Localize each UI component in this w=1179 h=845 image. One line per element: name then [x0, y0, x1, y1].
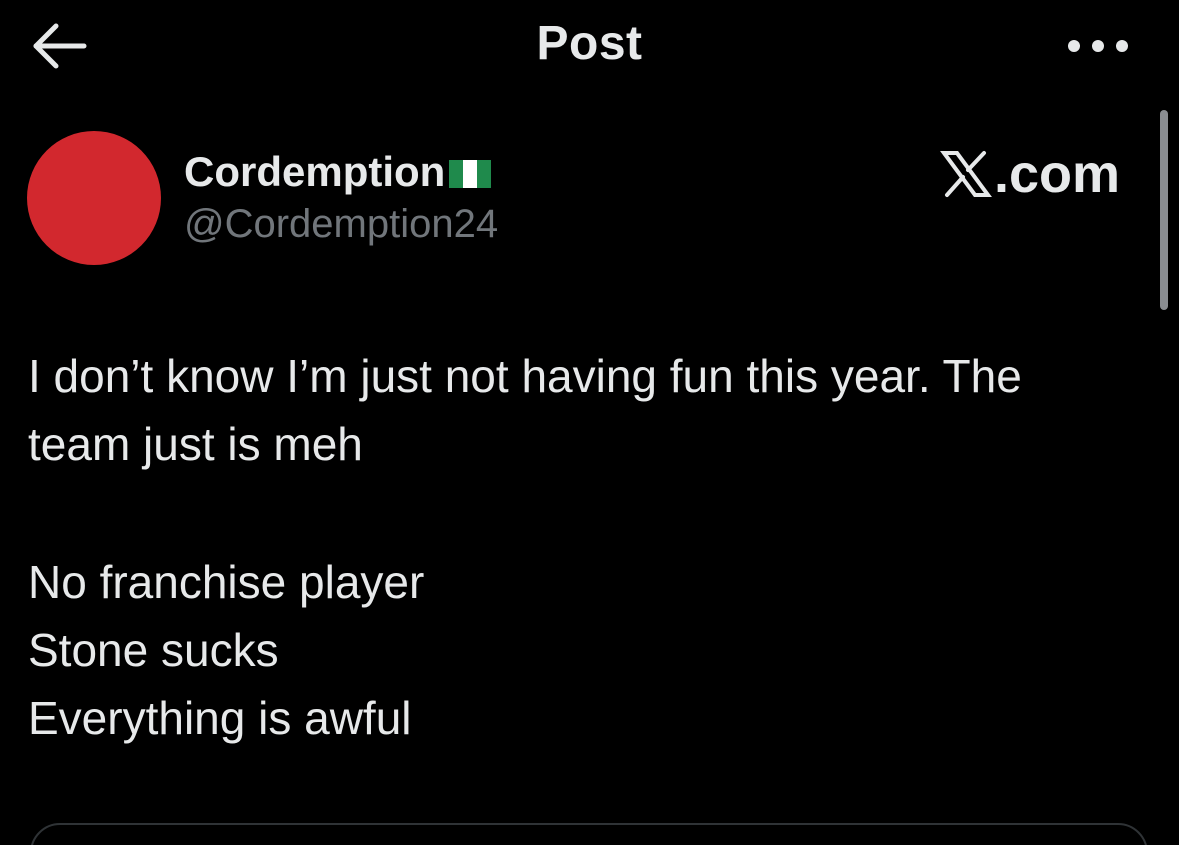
page-title: Post — [536, 17, 643, 70]
post-body: I don’t know I’m just not having fun thi… — [28, 342, 1148, 752]
author-display-name[interactable]: Cordemption — [184, 148, 445, 196]
top-app-bar: Post — [0, 0, 1179, 92]
post-text-line: Everything is awful — [28, 692, 412, 744]
post-text-line: team just is meh — [28, 418, 363, 470]
x-com-watermark: .com — [940, 144, 1120, 204]
more-options-button[interactable] — [1058, 26, 1138, 66]
x-logo-icon — [940, 150, 992, 198]
post-text-line: I don’t know I’m just not having fun thi… — [28, 350, 1022, 402]
post-text-line: Stone sucks — [28, 624, 279, 676]
embedded-card[interactable] — [30, 823, 1148, 845]
author-name-row[interactable]: Cordemption — [184, 148, 492, 196]
author-handle[interactable]: @Cordemption24 — [184, 202, 498, 247]
more-horizontal-icon — [1068, 40, 1128, 52]
post-text-line: No franchise player — [28, 556, 425, 608]
nigeria-flag-icon — [449, 160, 492, 188]
watermark-text: .com — [994, 144, 1121, 204]
scrollbar[interactable] — [1160, 110, 1168, 310]
avatar[interactable] — [27, 131, 161, 265]
